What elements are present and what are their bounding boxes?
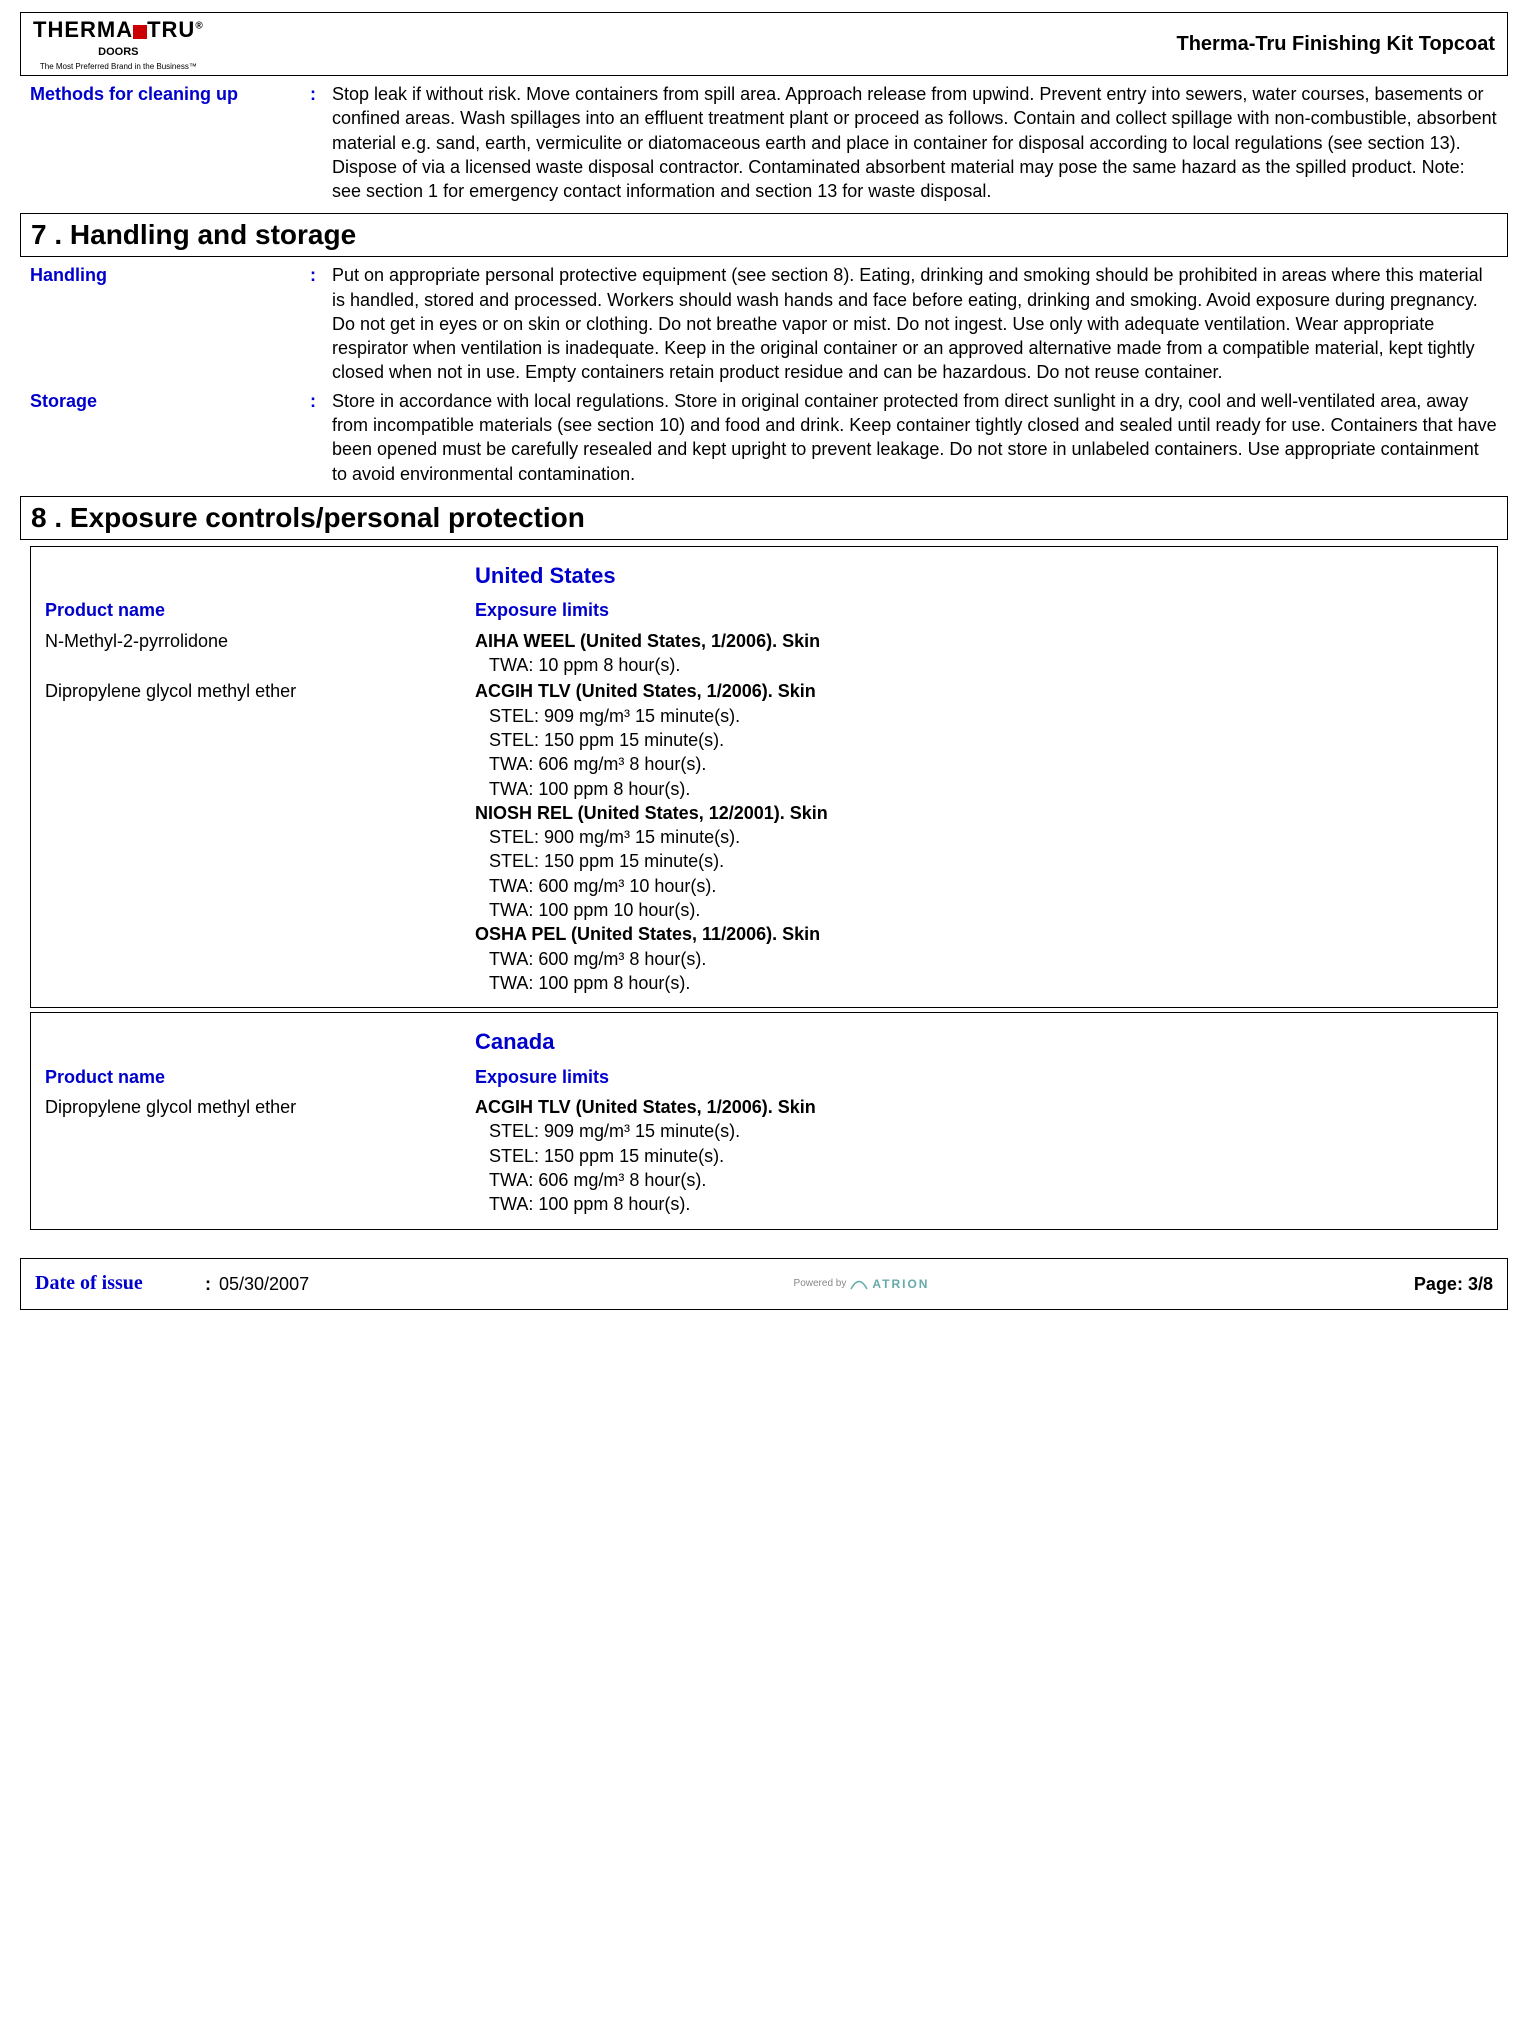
limit-value: TWA: 100 ppm 8 hour(s).	[489, 777, 1483, 801]
col-exposure-limits: Exposure limits	[475, 1065, 1483, 1089]
powered-by: Powered by ATRION	[794, 1276, 930, 1292]
field-cleanup-methods: Methods for cleaning up : Stop leak if w…	[20, 80, 1508, 205]
us-exposure-rows: N-Methyl-2-pyrrolidoneAIHA WEEL (United …	[45, 629, 1483, 995]
section-7-heading-box: 7 . Handling and storage	[20, 213, 1508, 257]
section-7-heading: 7 . Handling and storage	[31, 216, 1497, 254]
page-footer: Date of issue : 05/30/2007 Powered by AT…	[20, 1258, 1508, 1310]
exposure-limits-cell: AIHA WEEL (United States, 1/2006). SkinT…	[475, 629, 1483, 678]
product-name-cell: Dipropylene glycol methyl ether	[45, 1095, 475, 1216]
limit-standard-heading: ACGIH TLV (United States, 1/2006). Skin	[475, 679, 1483, 703]
limit-value: STEL: 909 mg/m³ 15 minute(s).	[489, 704, 1483, 728]
exposure-row: Dipropylene glycol methyl etherACGIH TLV…	[45, 679, 1483, 995]
brand-logo: THERMA TRU® DOORS The Most Preferred Bran…	[33, 15, 204, 72]
product-name-cell: Dipropylene glycol methyl ether	[45, 679, 475, 995]
us-heading: United States	[475, 561, 1483, 591]
colon: :	[310, 389, 332, 413]
limit-value: TWA: 100 ppm 8 hour(s).	[489, 1192, 1483, 1216]
limit-value: TWA: 100 ppm 8 hour(s).	[489, 971, 1483, 995]
limit-value: STEL: 150 ppm 15 minute(s).	[489, 728, 1483, 752]
limit-value: STEL: 150 ppm 15 minute(s).	[489, 1144, 1483, 1168]
page-label: Page:	[1414, 1274, 1463, 1294]
ca-heading: Canada	[475, 1027, 1483, 1057]
limit-value: TWA: 10 ppm 8 hour(s).	[489, 653, 1483, 677]
limit-value: TWA: 606 mg/m³ 8 hour(s).	[489, 1168, 1483, 1192]
product-name-cell: N-Methyl-2-pyrrolidone	[45, 629, 475, 678]
logo-tagline: The Most Preferred Brand in the Business…	[40, 62, 197, 73]
limit-standard-heading: NIOSH REL (United States, 12/2001). Skin	[475, 801, 1483, 825]
atrion-brand: ATRION	[872, 1276, 929, 1292]
field-storage: Storage : Store in accordance with local…	[20, 387, 1508, 488]
col-product-name: Product name	[45, 1065, 475, 1089]
exposure-limits-cell: ACGIH TLV (United States, 1/2006). SkinS…	[475, 679, 1483, 995]
atrion-arc-icon	[850, 1278, 868, 1290]
logo-text-right: TRU	[147, 17, 195, 42]
limit-standard-heading: ACGIH TLV (United States, 1/2006). Skin	[475, 1095, 1483, 1119]
limit-value: STEL: 900 mg/m³ 15 minute(s).	[489, 825, 1483, 849]
handling-body: Put on appropriate personal protective e…	[332, 263, 1498, 384]
exposure-limits-cell: ACGIH TLV (United States, 1/2006). SkinS…	[475, 1095, 1483, 1216]
document-title: Therma-Tru Finishing Kit Topcoat	[1176, 31, 1495, 58]
colon: :	[310, 263, 332, 287]
section-8-heading: 8 . Exposure controls/personal protectio…	[31, 499, 1497, 537]
exposure-row: Dipropylene glycol methyl etherACGIH TLV…	[45, 1095, 1483, 1216]
cleanup-label: Methods for cleaning up	[30, 82, 310, 106]
logo-subtext: DOORS	[98, 45, 138, 60]
logo-square-icon	[133, 25, 147, 39]
limit-standard-heading: OSHA PEL (United States, 11/2006). Skin	[475, 922, 1483, 946]
limit-value: TWA: 600 mg/m³ 8 hour(s).	[489, 947, 1483, 971]
limit-value: TWA: 606 mg/m³ 8 hour(s).	[489, 752, 1483, 776]
date-of-issue-label: Date of issue	[35, 1270, 205, 1297]
storage-body: Store in accordance with local regulatio…	[332, 389, 1498, 486]
handling-label: Handling	[30, 263, 310, 287]
limit-standard-heading: AIHA WEEL (United States, 1/2006). Skin	[475, 629, 1483, 653]
field-handling: Handling : Put on appropriate personal p…	[20, 261, 1508, 386]
ca-exposure-rows: Dipropylene glycol methyl etherACGIH TLV…	[45, 1095, 1483, 1216]
limit-value: STEL: 150 ppm 15 minute(s).	[489, 849, 1483, 873]
page-header: THERMA TRU® DOORS The Most Preferred Bran…	[20, 12, 1508, 76]
storage-label: Storage	[30, 389, 310, 413]
colon: :	[310, 82, 332, 106]
exposure-us-box: United States Product name Exposure limi…	[30, 546, 1498, 1008]
logo-text-left: THERMA	[33, 17, 133, 42]
limit-value: TWA: 600 mg/m³ 10 hour(s).	[489, 874, 1483, 898]
col-exposure-limits: Exposure limits	[475, 598, 1483, 622]
logo-reg: ®	[195, 21, 203, 32]
exposure-ca-box: Canada Product name Exposure limits Dipr…	[30, 1012, 1498, 1229]
limit-value: TWA: 100 ppm 10 hour(s).	[489, 898, 1483, 922]
exposure-row: N-Methyl-2-pyrrolidoneAIHA WEEL (United …	[45, 629, 1483, 678]
page-number: 3/8	[1468, 1274, 1493, 1294]
date-of-issue-value: 05/30/2007	[219, 1272, 309, 1296]
powered-by-label: Powered by	[794, 1277, 847, 1291]
section-8-heading-box: 8 . Exposure controls/personal protectio…	[20, 496, 1508, 540]
colon: :	[205, 1272, 211, 1296]
limit-value: STEL: 909 mg/m³ 15 minute(s).	[489, 1119, 1483, 1143]
col-product-name: Product name	[45, 598, 475, 622]
cleanup-body: Stop leak if without risk. Move containe…	[332, 82, 1498, 203]
